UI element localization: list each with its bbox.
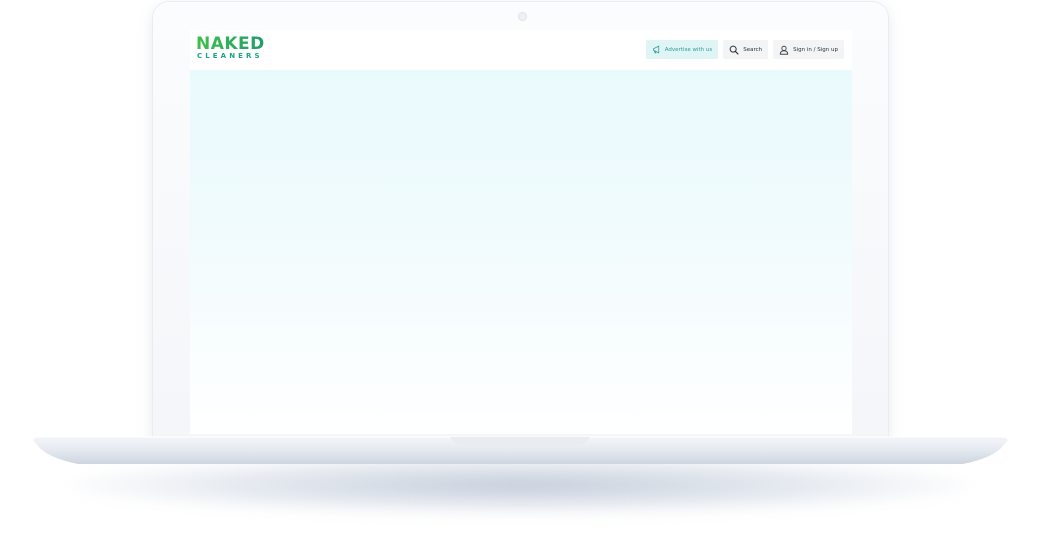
naked-cleaners-logo[interactable]: NAKED CLEANERS xyxy=(196,34,276,61)
laptop-screen: NAKED CLEANERS Advertise with us Search … xyxy=(190,30,852,434)
search-label: Search xyxy=(743,46,763,53)
logo-wordmark-bottom: CLEANERS xyxy=(197,52,263,60)
laptop-mockup: NAKED CLEANERS Advertise with us Search … xyxy=(0,0,1041,540)
search-button[interactable]: Search xyxy=(723,40,769,59)
laptop-base xyxy=(33,436,1008,466)
advertise-button[interactable]: Advertise with us xyxy=(645,40,719,59)
site-header: NAKED CLEANERS Advertise with us Search … xyxy=(190,30,852,70)
logo-wordmark-top: NAKED xyxy=(196,34,265,54)
hero-section xyxy=(190,70,852,434)
advertise-label: Advertise with us xyxy=(664,46,713,53)
header-nav: Advertise with us Search Sign in / Sign … xyxy=(645,40,844,59)
sign-in-label: Sign in / Sign up xyxy=(793,46,838,53)
search-icon xyxy=(729,45,739,55)
webcam xyxy=(518,12,527,21)
megaphone-icon xyxy=(652,45,661,54)
sign-in-button[interactable]: Sign in / Sign up xyxy=(773,40,844,59)
user-icon xyxy=(779,45,789,55)
